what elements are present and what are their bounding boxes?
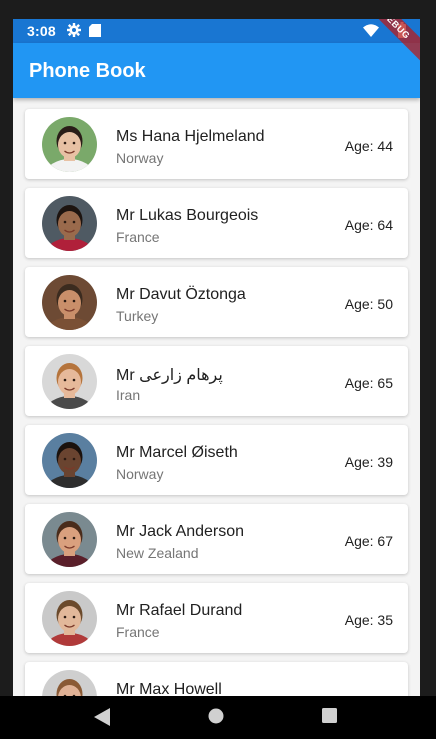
contact-card[interactable]: Mr Jack Anderson New Zealand Age: 67 (25, 504, 408, 574)
contact-card[interactable]: Mr Max Howell (25, 662, 408, 696)
avatar (42, 433, 97, 488)
contact-card[interactable]: Mr Lukas Bourgeois France Age: 64 (25, 188, 408, 258)
contact-card[interactable]: Mr Rafael Durand France Age: 35 (25, 583, 408, 653)
avatar (42, 196, 97, 251)
status-time: 3:08 (27, 23, 56, 39)
contact-country: France (116, 229, 160, 245)
navigation-bar (0, 696, 436, 739)
contact-name: Mr Lukas Bourgeois (116, 207, 259, 224)
contact-card[interactable]: Mr Davut Öztonga Turkey Age: 50 (25, 267, 408, 337)
avatar (42, 591, 97, 646)
contact-country: New Zealand (116, 545, 199, 561)
debug-banner-wrap: DEBUG (360, 19, 420, 79)
contact-age: Age: 50 (344, 296, 393, 312)
sd-card-icon (89, 24, 101, 37)
page-title: Phone Book (29, 60, 146, 82)
contact-age: Age: 44 (344, 138, 393, 154)
contact-country: Iran (116, 387, 141, 403)
app-bar: Phone Book (13, 43, 420, 98)
contact-age: Age: 39 (344, 454, 393, 470)
contact-name: Mr Davut Öztonga (116, 286, 246, 303)
back-icon[interactable] (94, 708, 110, 726)
avatar (42, 354, 97, 409)
contact-name: Mr Rafael Durand (116, 602, 243, 619)
contact-list[interactable]: Ms Hana Hjelmeland Norway Age: 44 Mr Lukas … (13, 98, 420, 696)
contact-country: Turkey (116, 308, 159, 324)
contact-country: Norway (116, 150, 164, 166)
avatar (42, 670, 97, 696)
avatar (42, 275, 97, 330)
contact-card[interactable]: Mr پرهام زارعی Iran Age: 65 (25, 346, 408, 416)
contact-name: Mr Marcel Øiseth (116, 444, 238, 461)
gear-icon (67, 23, 81, 37)
debug-banner: DEBUG (360, 19, 420, 74)
contact-age: Age: 35 (344, 612, 393, 628)
home-icon[interactable] (208, 708, 224, 724)
contact-country: France (116, 624, 160, 640)
device-frame: 3:08 Phone Book DEBUG Ms Hana Hjelmeland… (0, 0, 436, 739)
contact-card[interactable]: Mr Marcel Øiseth Norway Age: 39 (25, 425, 408, 495)
contact-name: Mr Jack Anderson (116, 523, 245, 540)
status-bar: 3:08 (13, 19, 420, 43)
avatar (42, 512, 97, 567)
contact-age: Age: 64 (344, 217, 393, 233)
contact-age: Age: 67 (344, 533, 393, 549)
contact-country: Norway (116, 466, 164, 482)
contact-name: Ms Hana Hjelmeland (116, 128, 265, 145)
contact-name: Mr پرهام زارعی (116, 367, 223, 384)
contact-name: Mr Max Howell (116, 681, 222, 696)
contact-card[interactable]: Ms Hana Hjelmeland Norway Age: 44 (25, 109, 408, 179)
avatar (42, 117, 97, 172)
recents-icon[interactable] (322, 708, 337, 723)
screen: 3:08 Phone Book DEBUG Ms Hana Hjelmeland… (13, 19, 420, 696)
contact-age: Age: 65 (344, 375, 393, 391)
